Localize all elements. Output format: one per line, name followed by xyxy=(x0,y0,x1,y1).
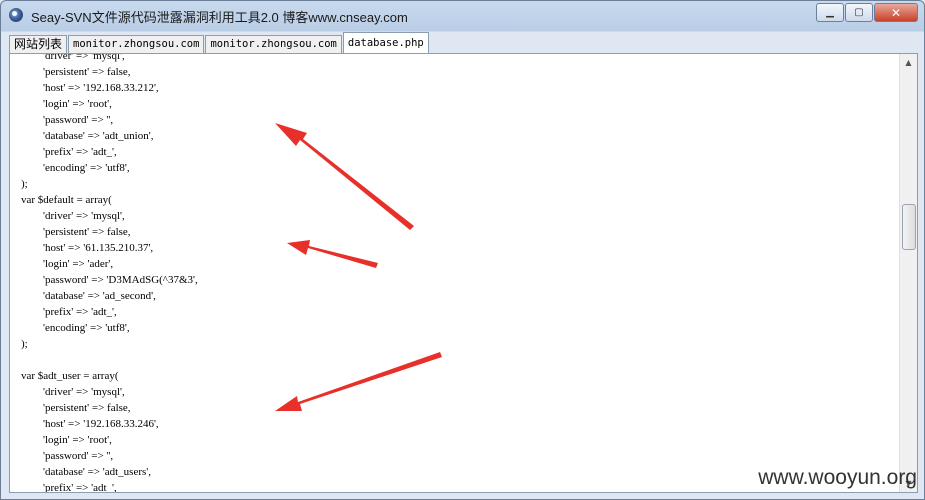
red-arrow-group xyxy=(275,123,442,411)
annotation-arrows xyxy=(275,123,442,411)
watermark: www.wooyun.org xyxy=(758,466,917,489)
red-arrow-1 xyxy=(275,123,414,230)
red-arrow-3 xyxy=(275,352,442,411)
red-arrow-2 xyxy=(287,240,378,268)
